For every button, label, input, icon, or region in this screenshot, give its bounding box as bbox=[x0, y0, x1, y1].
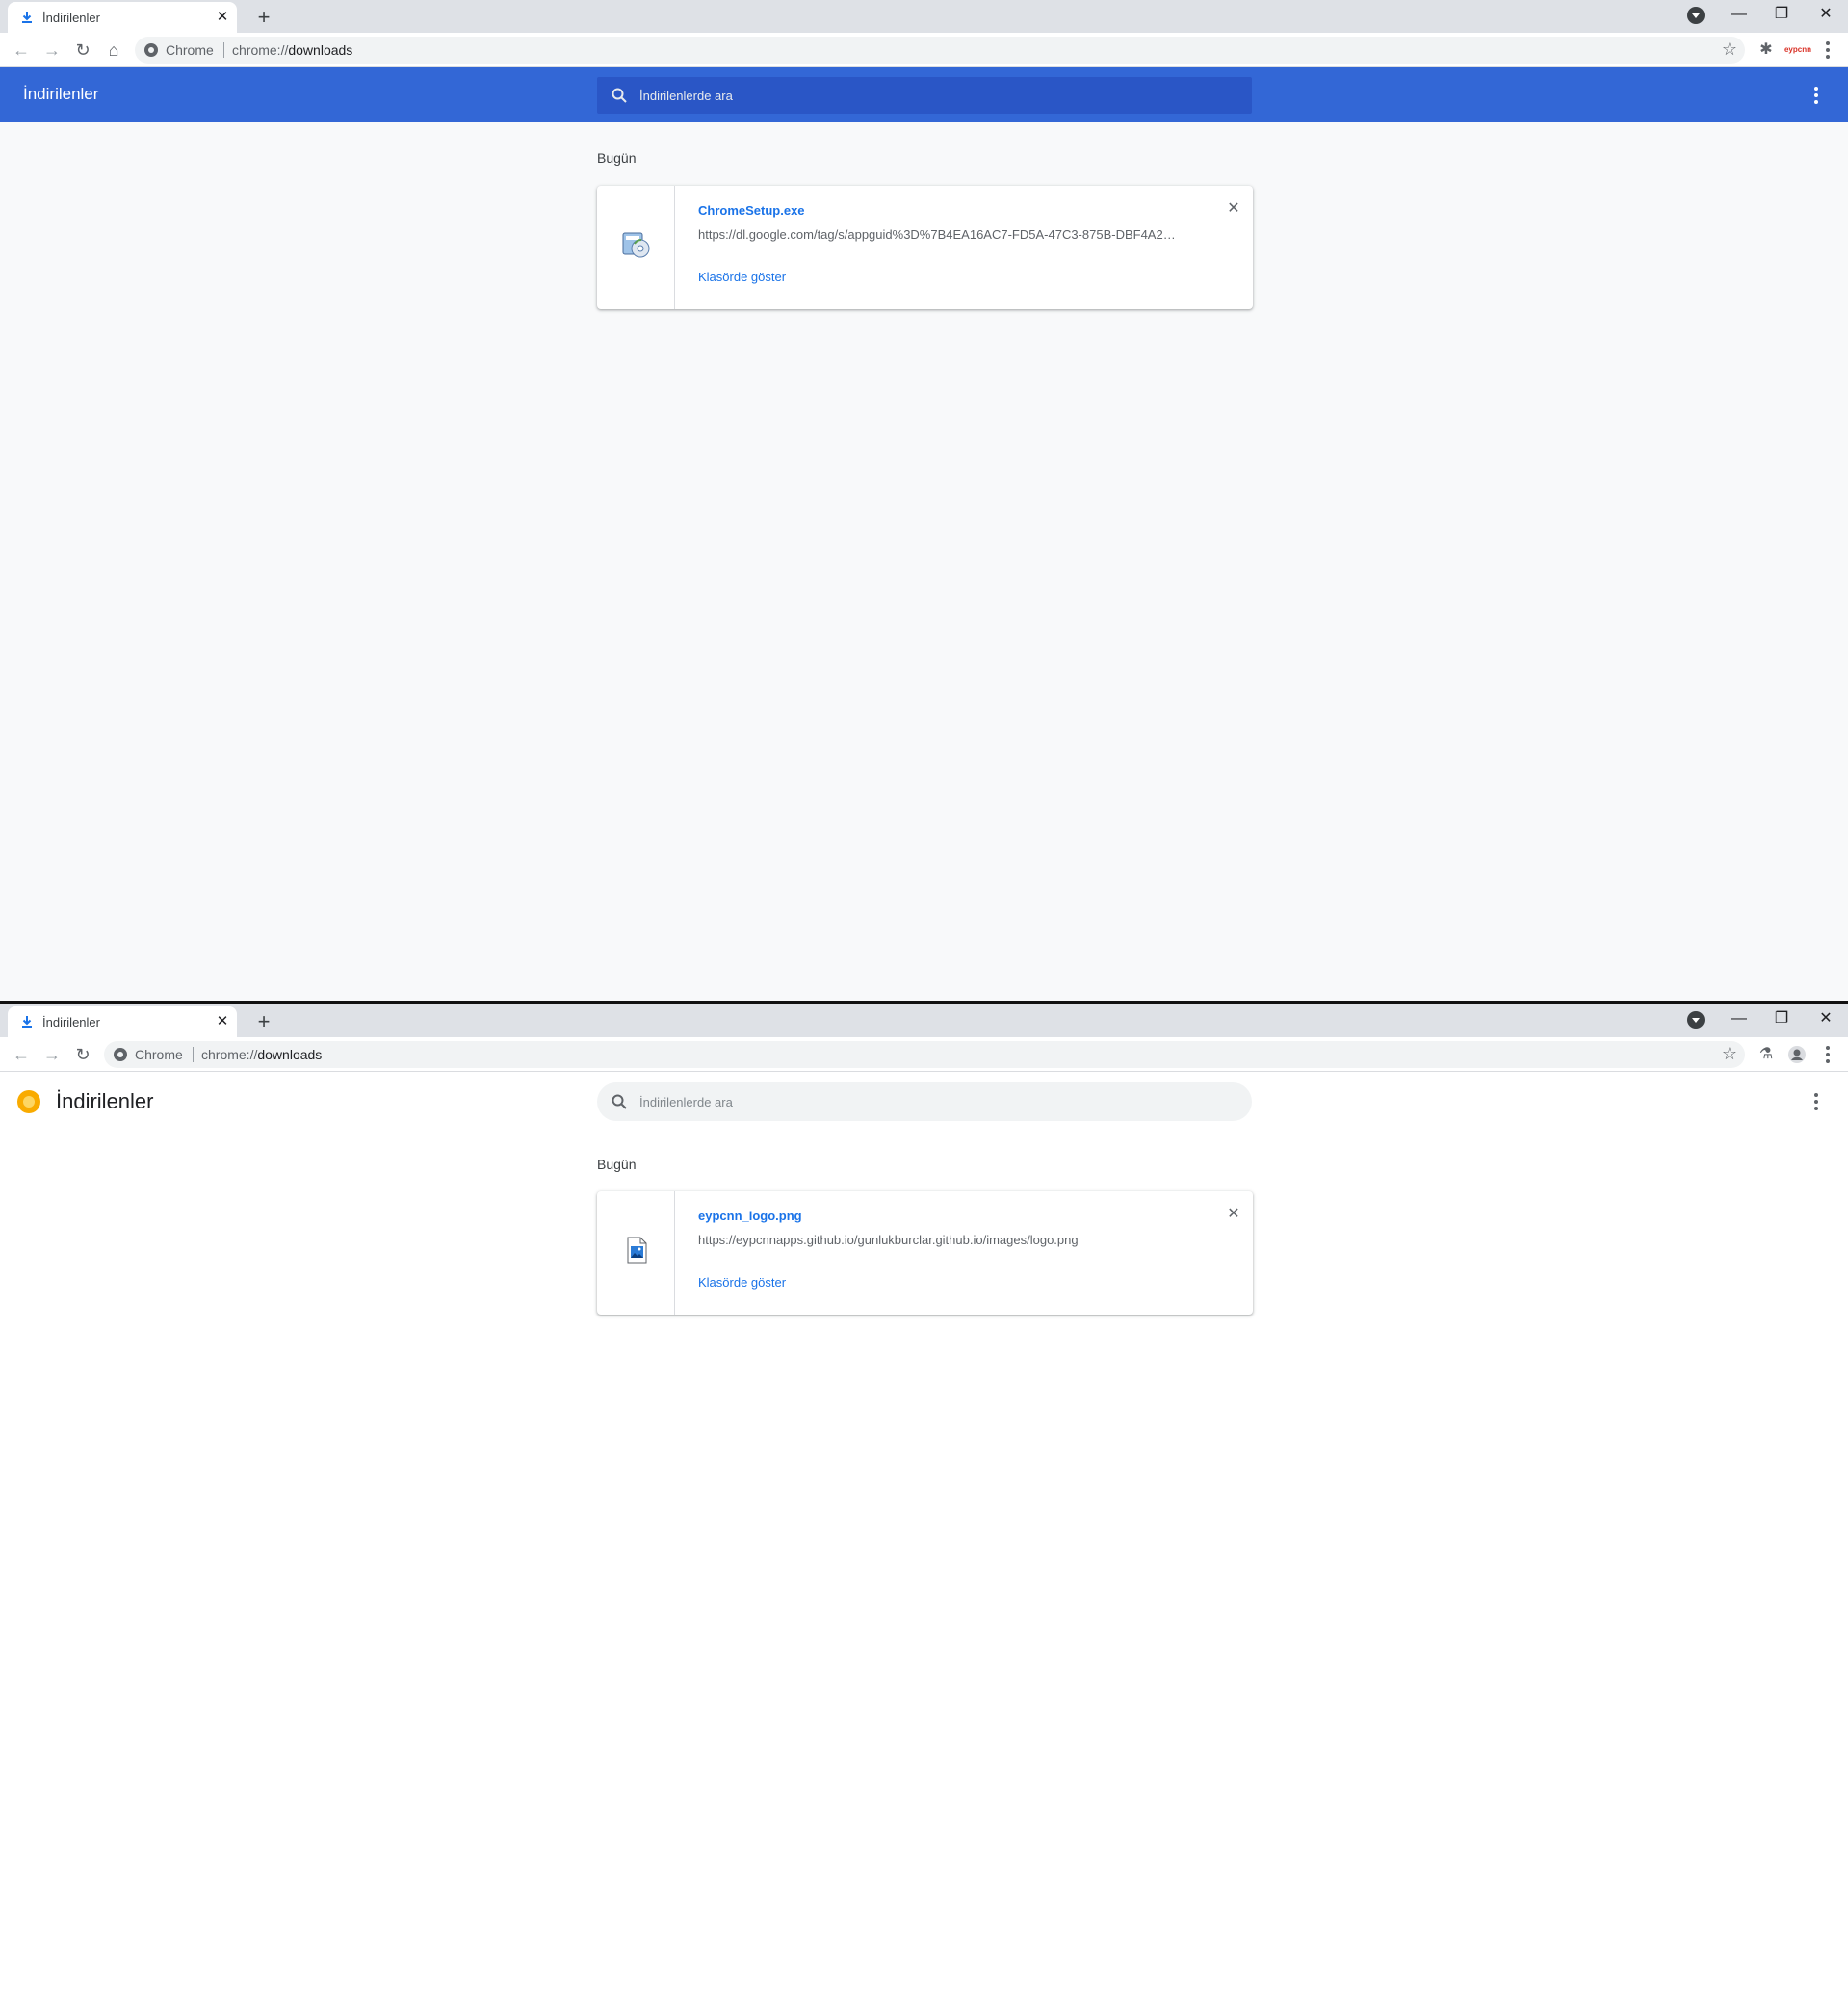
tab-title: İndirilenler bbox=[42, 1015, 100, 1030]
file-icon-column bbox=[597, 186, 675, 309]
download-item: eypcnn_logo.png https://eypcnnapps.githu… bbox=[597, 1191, 1253, 1315]
chrome-menu-icon[interactable] bbox=[1816, 1043, 1839, 1066]
new-tab-button[interactable]: + bbox=[250, 1008, 277, 1035]
downloads-header: İndirilenler bbox=[0, 67, 1848, 122]
site-info-icon[interactable] bbox=[114, 1048, 127, 1061]
show-in-folder-link[interactable]: Klasörde göster bbox=[698, 270, 786, 284]
search-icon bbox=[612, 88, 627, 103]
downloads-logo-icon bbox=[17, 1090, 40, 1113]
download-icon bbox=[22, 12, 32, 23]
file-icon-column bbox=[597, 1191, 675, 1315]
tab-title: İndirilenler bbox=[42, 11, 100, 25]
image-file-icon bbox=[627, 1237, 647, 1264]
downloads-menu-icon[interactable] bbox=[1805, 84, 1828, 107]
remove-download-close-icon[interactable]: ✕ bbox=[1224, 1205, 1243, 1224]
site-info-icon[interactable] bbox=[144, 43, 158, 57]
reload-icon[interactable]: ↻ bbox=[69, 37, 96, 64]
tab-downloads[interactable]: İndirilenler ✕ bbox=[8, 2, 237, 33]
search-icon bbox=[612, 1094, 627, 1109]
extension-logo-icon[interactable]: eypcnn bbox=[1783, 39, 1812, 62]
omnibox-separator bbox=[223, 42, 224, 58]
bookmark-star-icon[interactable]: ☆ bbox=[1722, 39, 1737, 60]
bookmark-star-icon[interactable]: ☆ bbox=[1722, 1044, 1737, 1064]
tab-search-icon[interactable] bbox=[1687, 1011, 1705, 1029]
browser-window-top: İndirilenler ✕ + — ❐ ✕ ← → ↻ ⌂ Chrome ch… bbox=[0, 0, 1848, 1001]
profile-avatar-icon[interactable] bbox=[1785, 1043, 1809, 1066]
installer-file-icon bbox=[622, 232, 650, 258]
tab-strip: İndirilenler ✕ + — ❐ ✕ bbox=[0, 1004, 1848, 1037]
forward-arrow-icon[interactable]: → bbox=[39, 1041, 65, 1068]
download-source-url[interactable]: https://dl.google.com/tag/s/appguid%3D%7… bbox=[698, 227, 1180, 242]
tab-close-icon[interactable]: ✕ bbox=[214, 1013, 231, 1030]
close-window-button[interactable]: ✕ bbox=[1805, 1004, 1847, 1035]
omnibox-url: chrome://downloads bbox=[201, 1047, 323, 1062]
minimize-button[interactable]: — bbox=[1718, 0, 1760, 31]
download-file-name[interactable]: eypcnn_logo.png bbox=[698, 1209, 802, 1223]
tab-downloads[interactable]: İndirilenler ✕ bbox=[8, 1006, 237, 1037]
labs-flask-icon[interactable]: ⚗ bbox=[1755, 1043, 1778, 1066]
restore-icon[interactable]: ❐ bbox=[1760, 1004, 1803, 1035]
search-box[interactable] bbox=[597, 1082, 1252, 1121]
back-arrow-icon[interactable]: ← bbox=[8, 1041, 35, 1068]
page-title: İndirilenler bbox=[56, 1089, 154, 1113]
omnibox-chip: Chrome bbox=[135, 1047, 183, 1062]
toolbar: ← → ↻ ⌂ Chrome chrome://downloads ☆ ✱ ey… bbox=[0, 33, 1848, 67]
close-window-button[interactable]: ✕ bbox=[1805, 0, 1847, 31]
omnibox-chip: Chrome bbox=[166, 42, 214, 58]
download-item: ChromeSetup.exe https://dl.google.com/ta… bbox=[597, 186, 1253, 309]
omnibox-url: chrome://downloads bbox=[232, 42, 353, 58]
new-tab-button[interactable]: + bbox=[250, 4, 277, 31]
page-title: İndirilenler bbox=[23, 85, 99, 103]
chrome-menu-icon[interactable] bbox=[1816, 39, 1839, 62]
reload-icon[interactable]: ↻ bbox=[69, 1041, 96, 1068]
search-input[interactable] bbox=[639, 1092, 1217, 1111]
home-icon[interactable]: ⌂ bbox=[100, 37, 127, 64]
show-in-folder-link[interactable]: Klasörde göster bbox=[698, 1275, 786, 1290]
tab-search-icon[interactable] bbox=[1687, 7, 1705, 24]
date-section-label: Bugün bbox=[597, 1157, 637, 1172]
extensions-puzzle-icon[interactable]: ✱ bbox=[1755, 39, 1778, 62]
minimize-button[interactable]: — bbox=[1718, 1004, 1760, 1035]
download-source-url[interactable]: https://eypcnnapps.github.io/gunlukburcl… bbox=[698, 1233, 1180, 1247]
address-bar[interactable]: Chrome chrome://downloads ☆ bbox=[135, 37, 1745, 64]
date-section-label: Bugün bbox=[597, 150, 637, 166]
back-arrow-icon[interactable]: ← bbox=[8, 37, 35, 64]
toolbar: ← → ↻ Chrome chrome://downloads ☆ ⚗ bbox=[0, 1037, 1848, 1072]
omnibox-separator bbox=[193, 1047, 194, 1062]
restore-icon[interactable]: ❐ bbox=[1760, 0, 1803, 31]
tab-strip: İndirilenler ✕ + — ❐ ✕ bbox=[0, 0, 1848, 33]
download-file-name[interactable]: ChromeSetup.exe bbox=[698, 203, 805, 218]
tab-close-icon[interactable]: ✕ bbox=[214, 9, 231, 26]
forward-arrow-icon[interactable]: → bbox=[39, 37, 65, 64]
search-input[interactable] bbox=[639, 86, 1217, 105]
download-icon bbox=[22, 1016, 32, 1028]
search-box[interactable] bbox=[597, 77, 1252, 114]
downloads-menu-icon[interactable] bbox=[1805, 1090, 1828, 1113]
address-bar[interactable]: Chrome chrome://downloads ☆ bbox=[104, 1041, 1745, 1068]
browser-window-bottom: İndirilenler ✕ + — ❐ ✕ ← → ↻ Chrome chro… bbox=[0, 1004, 1848, 2007]
remove-download-close-icon[interactable]: ✕ bbox=[1224, 199, 1243, 219]
